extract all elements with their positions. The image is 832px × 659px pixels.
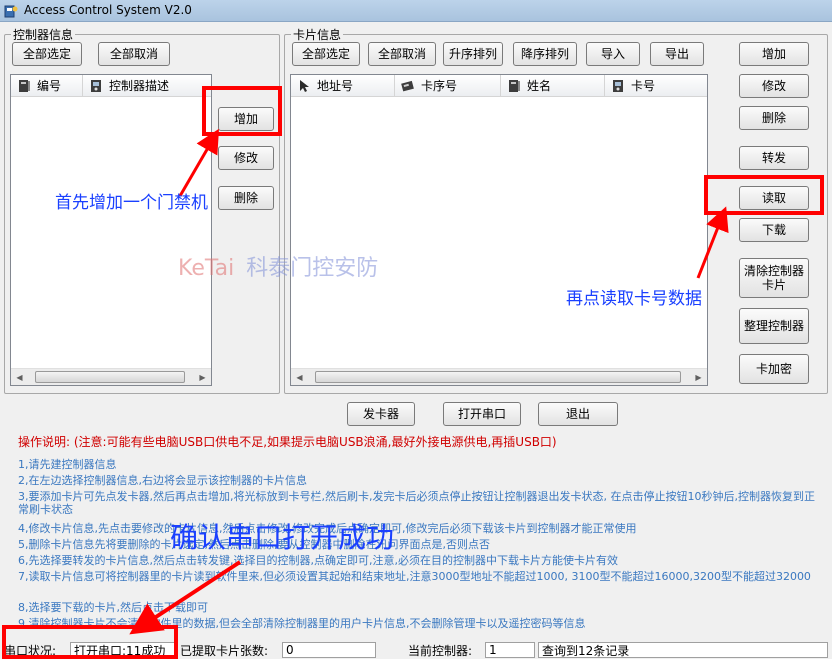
scroll-right-arrow-icon[interactable]: ▶ (690, 369, 707, 385)
scrollbar-thumb[interactable] (315, 371, 681, 383)
controller-list-header: 编号 控制器描述 (11, 75, 211, 97)
card-add-button[interactable]: 增加 (739, 42, 809, 66)
sort-descending-button[interactable]: 降序排列 (513, 42, 577, 66)
instruction-line-8: 8,选择要下载的卡片,然后点击下载即可 (18, 601, 208, 614)
card-issuer-button[interactable]: 发卡器 (347, 402, 415, 426)
import-button[interactable]: 导入 (586, 42, 640, 66)
scroll-right-arrow-icon[interactable]: ▶ (194, 369, 211, 385)
card-delete-button[interactable]: 删除 (739, 106, 809, 130)
download-button[interactable]: 下载 (739, 218, 809, 242)
instruction-line-4: 4,修改卡片信息,先点击要修改的卡片信息,然后点击修改,修改完成后点确定即可,修… (18, 522, 637, 535)
title-bar[interactable]: Access Control System V2.0 (0, 0, 832, 22)
card-encrypt-button[interactable]: 卡加密 (739, 354, 809, 384)
column-label-name: 姓名 (527, 79, 552, 93)
device-icon (613, 79, 623, 92)
controller-list-hscrollbar[interactable]: ◀ ▶ (11, 368, 211, 385)
highlight-port-status (2, 625, 178, 659)
watermark: KeTai 科泰门控安防 (178, 250, 378, 282)
instruction-line-5: 5,删除卡片信息先将要删除的卡片选定,然后点击删除,要从控制器中删除在讯问界面点… (18, 538, 490, 551)
current-controller-value: 1 (485, 642, 535, 658)
instruction-line-6: 6,先选择要转发的卡片信息,然后点击转发键,选择目的控制器,点确定即可,注意,必… (18, 554, 618, 567)
column-header-card-serial[interactable]: 卡序号 (395, 75, 501, 96)
open-serial-port-button[interactable]: 打开串口 (443, 402, 521, 426)
column-header-card-number[interactable]: 卡号 (605, 75, 707, 96)
current-controller-label: 当前控制器: (408, 643, 473, 658)
column-label-card-number: 卡号 (631, 79, 656, 93)
exit-button[interactable]: 退出 (538, 402, 618, 426)
highlight-add-button (202, 86, 282, 136)
card-list-hscrollbar[interactable]: ◀ ▶ (291, 368, 707, 385)
instruction-line-1: 1,请先建控制器信息 (18, 458, 117, 471)
controller-delete-button[interactable]: 删除 (218, 186, 274, 210)
instructions-title: 操作说明: (注意:可能有些电脑USB口供电不足,如果提示电脑USB浪涌,最好外… (18, 435, 557, 449)
column-header-id[interactable]: 编号 (11, 75, 83, 96)
column-label-address: 地址号 (317, 79, 354, 93)
card-select-all-button[interactable]: 全部选定 (292, 42, 360, 66)
scroll-left-arrow-icon[interactable]: ◀ (11, 369, 28, 385)
book-icon (509, 79, 520, 92)
column-label-card-serial: 卡序号 (421, 79, 458, 93)
watermark-en: KeTai (178, 256, 235, 281)
instruction-line-7: 7,读取卡片信息可将控制器里的卡片读到软件里来,但必须设置其起始和结束地址,注意… (18, 570, 811, 583)
extracted-cards-label: 已提取卡片张数: (180, 643, 269, 658)
annotation-read-cards: 再点读取卡号数据 (566, 289, 702, 309)
annotation-confirm-port: 确认串口打开成功 (170, 521, 395, 554)
forward-button[interactable]: 转发 (739, 146, 809, 170)
extracted-cards-value: 0 (282, 642, 376, 658)
pointer-icon (300, 79, 309, 92)
controller-info-title: 控制器信息 (13, 28, 74, 42)
watermark-cn: 科泰门控安防 (246, 256, 379, 281)
controller-deselect-all-button[interactable]: 全部取消 (98, 42, 170, 66)
scroll-left-arrow-icon[interactable]: ◀ (291, 369, 308, 385)
controller-list[interactable]: 编号 控制器描述 ◀ ▶ (10, 74, 212, 386)
card-deselect-all-button[interactable]: 全部取消 (368, 42, 436, 66)
instruction-line-3: 3,要添加卡片可先点发卡器,然后再点击增加,将光标放到卡号栏,然后刷卡,发完卡后… (18, 490, 815, 516)
scrollbar-thumb[interactable] (35, 371, 185, 383)
highlight-read-button (704, 175, 824, 215)
card-reader-icon (401, 80, 414, 91)
column-header-name[interactable]: 姓名 (501, 75, 605, 96)
window-title: Access Control System V2.0 (24, 3, 192, 17)
organize-controller-button[interactable]: 整理控制器 (739, 308, 809, 344)
column-label-id: 编号 (37, 79, 62, 93)
annotation-add-controller: 首先增加一个门禁机 (55, 193, 208, 213)
sort-ascending-button[interactable]: 升序排列 (443, 42, 503, 66)
column-header-description[interactable]: 控制器描述 (83, 75, 211, 96)
app-icon (4, 5, 18, 18)
card-modify-button[interactable]: 修改 (739, 74, 809, 98)
card-info-title: 卡片信息 (293, 28, 342, 42)
instruction-line-2: 2,在左边选择控制器信息,右边将会显示该控制器的卡片信息 (18, 474, 307, 487)
controller-modify-button[interactable]: 修改 (218, 146, 274, 170)
query-result-status: 查询到12条记录 (538, 642, 828, 658)
card-list-header: 地址号 卡序号 姓名 卡号 (291, 75, 707, 97)
controller-select-all-button[interactable]: 全部选定 (12, 42, 82, 66)
column-header-address[interactable]: 地址号 (291, 75, 395, 96)
device-icon (91, 79, 101, 92)
book-icon (19, 79, 30, 92)
column-label-description: 控制器描述 (109, 79, 170, 93)
card-list[interactable]: 地址号 卡序号 姓名 卡号 ◀ ▶ (290, 74, 708, 386)
export-button[interactable]: 导出 (650, 42, 704, 66)
clear-controller-cards-button[interactable]: 清除控制器卡片 (739, 258, 809, 298)
